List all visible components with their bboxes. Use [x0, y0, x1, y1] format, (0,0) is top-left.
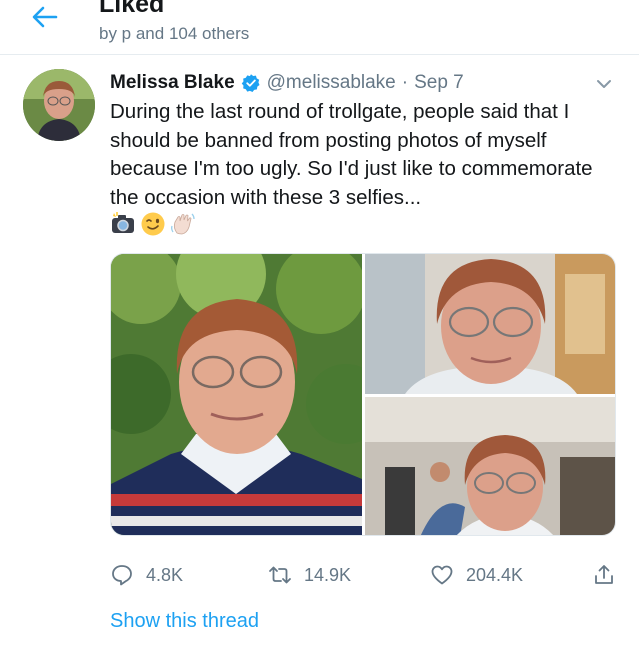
- camera-with-flash-icon: [112, 212, 134, 233]
- show-thread-link[interactable]: Show this thread: [110, 610, 259, 633]
- like-button[interactable]: 204.4K: [430, 560, 523, 590]
- author-handle[interactable]: @melissablake: [267, 72, 396, 94]
- back-button[interactable]: [30, 4, 60, 30]
- tweet-actions: 4.8K 14.9K 204.4K: [110, 560, 620, 590]
- verified-badge-icon: [241, 74, 260, 92]
- photo-2[interactable]: [365, 254, 615, 394]
- header: Liked by p and 104 others: [0, 0, 639, 55]
- retweet-button[interactable]: 14.9K: [268, 560, 351, 590]
- reply-icon: [112, 565, 132, 586]
- tweet-text: During the last round of trollgate, peop…: [110, 100, 593, 209]
- share-button[interactable]: [592, 560, 616, 590]
- retweet-icon: [269, 566, 291, 584]
- waving-hand-icon: [171, 213, 195, 235]
- arrow-left-icon: [32, 6, 58, 28]
- more-options-button[interactable]: [594, 74, 614, 94]
- photo-3[interactable]: [365, 397, 615, 535]
- photo-grid: [110, 253, 616, 536]
- liked-by-subtitle: by p and 104 others: [99, 24, 250, 43]
- tweet-header: Melissa Blake @melissablake · Sep 7: [110, 70, 464, 96]
- photo-1[interactable]: [111, 254, 362, 535]
- author-name[interactable]: Melissa Blake: [110, 72, 235, 94]
- page-title: Liked: [99, 0, 165, 18]
- heart-icon: [431, 565, 453, 585]
- chevron-down-icon: [597, 80, 611, 88]
- reply-count: 4.8K: [146, 564, 184, 585]
- separator-dot: ·: [401, 72, 409, 93]
- tweet[interactable]: Melissa Blake @melissablake · Sep 7 Duri…: [0, 56, 639, 649]
- emoji-row: [110, 211, 196, 237]
- avatar[interactable]: [23, 69, 95, 141]
- reply-button[interactable]: 4.8K: [110, 560, 183, 590]
- tweet-date[interactable]: Sep 7: [414, 72, 464, 94]
- retweet-count: 14.9K: [304, 564, 352, 585]
- winking-face-icon: [141, 212, 165, 236]
- like-count: 204.4K: [466, 564, 524, 585]
- share-icon: [595, 565, 613, 584]
